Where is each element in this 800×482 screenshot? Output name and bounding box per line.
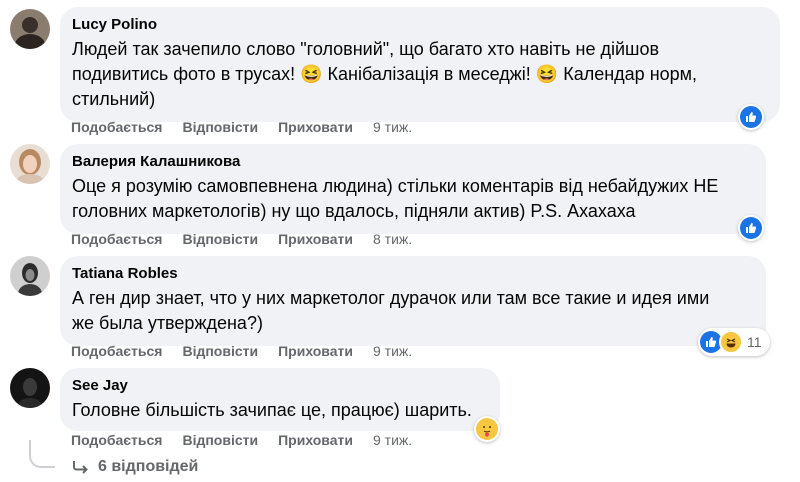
- comment-bubble: Tatiana Robles А ген дир знает, что у ни…: [60, 256, 766, 346]
- view-replies-link[interactable]: 6 відповідей: [72, 458, 198, 476]
- haha-icon: [719, 330, 743, 354]
- avatar-photo: [10, 144, 50, 184]
- comment-bubble: Валерия Калашникова Оце я розумію самовп…: [60, 144, 766, 234]
- avatar[interactable]: [10, 256, 50, 296]
- comment-text: А ген дир знает, что у них маркетолог ду…: [72, 288, 710, 333]
- comment-actions: Подобається Відповісти Приховати 9 тиж.: [71, 343, 432, 359]
- timestamp[interactable]: 9 тиж.: [373, 432, 412, 448]
- avatar[interactable]: [10, 368, 50, 408]
- comment-text: Оце я розумію самовпевнена людина) стіль…: [72, 176, 719, 221]
- timestamp[interactable]: 9 тиж.: [373, 119, 412, 135]
- comment-text: Людей так зачепило слово "головний", що …: [72, 39, 698, 109]
- reaction-summary[interactable]: [738, 104, 764, 130]
- replies-count-label: 6 відповідей: [98, 458, 199, 475]
- hide-button[interactable]: Приховати: [278, 343, 353, 359]
- comment-text: Головне більшість зачипає це, працює) ша…: [72, 400, 472, 420]
- care-icon: [476, 418, 498, 440]
- like-button[interactable]: Подобається: [71, 432, 162, 448]
- like-button[interactable]: Подобається: [71, 119, 162, 135]
- comment-author[interactable]: Валерия Калашникова: [72, 152, 754, 172]
- reaction-count: 11: [747, 334, 762, 350]
- timestamp[interactable]: 8 тиж.: [373, 231, 412, 247]
- comment-author[interactable]: See Jay: [72, 376, 488, 396]
- reply-arrow-icon: [73, 461, 88, 474]
- like-button[interactable]: Подобається: [71, 343, 162, 359]
- hide-button[interactable]: Приховати: [278, 432, 353, 448]
- reaction-summary[interactable]: 11: [698, 328, 770, 356]
- comment-actions: Подобається Відповісти Приховати 9 тиж.: [71, 432, 432, 448]
- reply-button[interactable]: Відповісти: [182, 432, 258, 448]
- timestamp[interactable]: 9 тиж.: [373, 343, 412, 359]
- avatar[interactable]: [10, 9, 50, 49]
- hide-button[interactable]: Приховати: [278, 231, 353, 247]
- comment-actions: Подобається Відповісти Приховати 8 тиж.: [71, 231, 432, 247]
- reaction-summary[interactable]: [474, 416, 500, 442]
- comment-bubble: Lucy Polino Людей так зачепило слово "го…: [60, 7, 780, 122]
- like-icon: [740, 217, 762, 239]
- reply-button[interactable]: Відповісти: [182, 343, 258, 359]
- comment-actions: Подобається Відповісти Приховати 9 тиж.: [71, 119, 432, 135]
- like-icon: [740, 106, 762, 128]
- avatar[interactable]: [10, 144, 50, 184]
- avatar-photo: [10, 256, 50, 296]
- comment-bubble: See Jay Головне більшість зачипає це, пр…: [60, 368, 500, 431]
- reply-button[interactable]: Відповісти: [182, 231, 258, 247]
- hide-button[interactable]: Приховати: [278, 119, 353, 135]
- avatar-photo: [10, 368, 50, 408]
- reply-button[interactable]: Відповісти: [182, 119, 258, 135]
- avatar-photo: [10, 9, 50, 49]
- comment-author[interactable]: Lucy Polino: [72, 15, 768, 35]
- comment-author[interactable]: Tatiana Robles: [72, 264, 754, 284]
- like-button[interactable]: Подобається: [71, 231, 162, 247]
- thread-connector: [29, 440, 55, 468]
- reaction-summary[interactable]: [738, 215, 764, 241]
